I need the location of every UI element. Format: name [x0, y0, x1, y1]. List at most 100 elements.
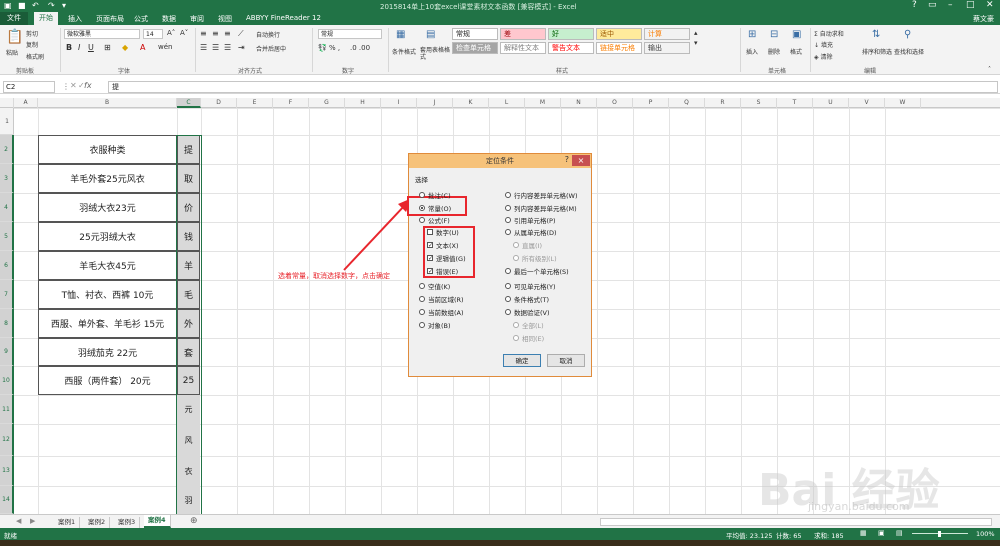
dialog-option[interactable]: 常量(O) — [419, 203, 451, 213]
dialog-option[interactable]: 可见单元格(Y) — [505, 281, 556, 291]
insert-cells-button[interactable]: 插入 — [746, 47, 758, 56]
formula-input[interactable]: 提 — [108, 81, 998, 93]
dialog-help-icon[interactable]: ? — [565, 155, 569, 164]
paste-button[interactable]: 粘贴 — [6, 48, 18, 57]
conditional-format-button[interactable]: 条件格式 — [392, 47, 416, 56]
fill-button[interactable]: ↓ 填充 — [814, 40, 833, 49]
column-header[interactable]: G — [309, 98, 345, 108]
dialog-option[interactable]: ✓ 错误(E) — [427, 266, 458, 276]
page-break-view-icon[interactable]: ▤ — [896, 529, 903, 537]
cell-b[interactable]: 羽绒大衣23元 — [38, 193, 177, 222]
sheet-tab[interactable]: 案例2 — [84, 517, 111, 528]
row-header[interactable]: 12 — [0, 424, 14, 456]
checkbox[interactable]: ✓ — [427, 268, 433, 275]
phonetic-icon[interactable]: wén — [158, 43, 172, 51]
radio-button[interactable] — [505, 268, 511, 274]
column-header[interactable]: P — [633, 98, 669, 108]
column-header[interactable]: B — [38, 98, 177, 108]
cell-b[interactable]: 西服、单外套、羊毛衫 15元 — [38, 309, 177, 338]
tab-data[interactable]: 数据 — [162, 14, 176, 24]
next-sheet-icon[interactable]: ▶ — [30, 517, 35, 525]
dialog-option[interactable]: ✓ 逻辑值(G) — [427, 253, 466, 263]
checkbox[interactable] — [427, 229, 433, 235]
radio-button[interactable] — [505, 229, 511, 235]
redo-icon[interactable]: ↷ — [48, 1, 55, 10]
sort-filter-icon[interactable]: ⇅ — [872, 29, 880, 40]
gallery-scroll-up-icon[interactable]: ▴ — [694, 29, 698, 37]
ribbon-display-icon[interactable]: ▭ — [928, 0, 937, 10]
cell-style-item[interactable]: 适中 — [596, 28, 642, 40]
radio-button[interactable] — [513, 242, 519, 248]
tab-view[interactable]: 视图 — [218, 14, 232, 24]
sheet-tab[interactable]: 案例1 — [54, 517, 81, 528]
format-cells-icon[interactable]: ▣ — [792, 29, 801, 40]
customize-qat-icon[interactable]: ▾ — [62, 1, 66, 10]
font-name-select[interactable]: 微软雅黑 — [64, 29, 140, 39]
column-header[interactable]: F — [273, 98, 309, 108]
format-painter-button[interactable]: 格式刷 — [26, 52, 44, 61]
prev-sheet-icon[interactable]: ◀ — [16, 517, 21, 525]
column-header[interactable]: K — [453, 98, 489, 108]
row-header[interactable]: 11 — [0, 395, 14, 424]
zoom-level[interactable]: 100% — [976, 530, 995, 538]
dialog-option[interactable]: 当前区域(R) — [419, 294, 464, 304]
italic-icon[interactable]: I — [78, 43, 80, 52]
cell-style-item[interactable]: 计算 — [644, 28, 690, 40]
row-header[interactable]: 8 — [0, 309, 14, 338]
dialog-option[interactable]: 空值(K) — [419, 281, 450, 291]
radio-button[interactable] — [419, 192, 425, 198]
delete-cells-icon[interactable]: ⊟ — [770, 29, 778, 40]
radio-button[interactable] — [505, 283, 511, 289]
dialog-option[interactable]: 从属单元格(D) — [505, 227, 557, 237]
find-select-button[interactable]: 查找和选择 — [894, 47, 924, 56]
cell-b[interactable]: 25元羽绒大衣 — [38, 222, 177, 251]
column-header[interactable]: U — [813, 98, 849, 108]
dialog-option[interactable]: 条件格式(T) — [505, 294, 549, 304]
dialog-option[interactable]: 直属(I) — [513, 240, 542, 250]
row-header[interactable]: 9 — [0, 338, 14, 366]
cancel-entry-icon[interactable]: ✕ — [70, 81, 77, 90]
sort-filter-button[interactable]: 排序和筛选 — [862, 47, 892, 56]
cell-style-item[interactable]: 常规 — [452, 28, 498, 40]
sheet-tab[interactable]: 案例3 — [114, 517, 141, 528]
gallery-scroll-down-icon[interactable]: ▾ — [694, 39, 698, 47]
orientation-icon[interactable]: ⟋ — [238, 29, 244, 39]
collapse-ribbon-icon[interactable]: ˄ — [988, 66, 991, 73]
tab-page-layout[interactable]: 页面布局 — [96, 14, 124, 24]
find-select-icon[interactable]: ⚲ — [904, 29, 911, 40]
cut-button[interactable]: 剪切 — [26, 29, 38, 38]
decimal-icon[interactable]: .0 .00 — [350, 44, 370, 52]
cell-b[interactable]: T恤、衬衣、西裤 10元 — [38, 280, 177, 309]
clear-button[interactable]: ◈ 清除 — [814, 52, 833, 61]
column-header[interactable]: D — [201, 98, 237, 108]
page-layout-view-icon[interactable]: ▣ — [878, 529, 885, 537]
column-header[interactable]: C — [177, 98, 201, 108]
currency-icon[interactable]: 💱 % , — [318, 44, 340, 52]
dialog-option[interactable]: 数字(U) — [427, 227, 459, 237]
autosum-button[interactable]: Σ 自动求和 — [814, 29, 844, 38]
align-top-icon[interactable]: ≡ — [200, 29, 207, 38]
number-format-select[interactable]: 常规 — [318, 29, 382, 39]
close-button[interactable]: ✕ — [986, 0, 994, 10]
column-header[interactable]: I — [381, 98, 417, 108]
column-header[interactable]: R — [705, 98, 741, 108]
column-header[interactable]: E — [237, 98, 273, 108]
name-box[interactable]: C2 — [3, 81, 55, 93]
row-header[interactable]: 6 — [0, 251, 14, 280]
column-header[interactable]: V — [849, 98, 885, 108]
radio-button[interactable] — [419, 205, 425, 211]
column-header[interactable]: A — [14, 98, 38, 108]
radio-button[interactable] — [513, 335, 519, 341]
row-header[interactable]: 14 — [0, 486, 14, 514]
column-header[interactable]: N — [561, 98, 597, 108]
align-middle-icon[interactable]: ≡ — [212, 29, 219, 38]
tab-insert[interactable]: 插入 — [68, 14, 82, 24]
dialog-option[interactable]: 当前数组(A) — [419, 307, 464, 317]
font-size-select[interactable]: 14 — [143, 29, 163, 39]
column-header[interactable]: L — [489, 98, 525, 108]
bold-icon[interactable]: B — [66, 43, 72, 52]
ok-button[interactable]: 确定 — [503, 354, 541, 367]
radio-button[interactable] — [419, 283, 425, 289]
cancel-button[interactable]: 取消 — [547, 354, 585, 367]
horizontal-scrollbar[interactable] — [600, 518, 992, 526]
